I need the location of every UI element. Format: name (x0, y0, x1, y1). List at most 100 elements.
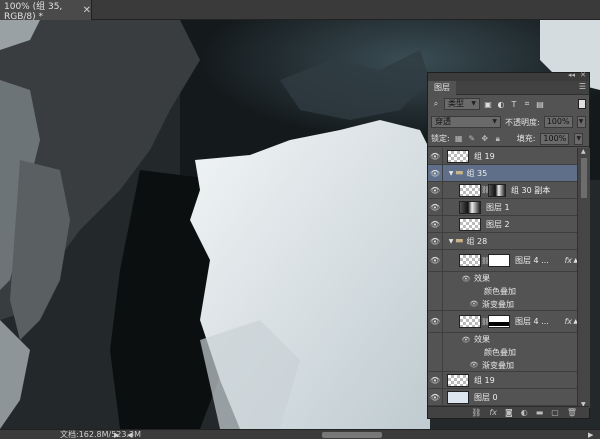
layer-row[interactable]: 👁︎ 图层 2 (428, 216, 577, 233)
link-layers-icon[interactable]: ⛓︎ (471, 408, 481, 417)
effect-name: 颜色叠加 (484, 287, 516, 296)
eye-icon[interactable]: 👁︎ (428, 186, 442, 195)
eye-icon[interactable]: 👁︎ (428, 393, 442, 402)
mask-thumbnail (488, 254, 510, 267)
layer-row[interactable]: 👁︎ ⛓︎ 组 30 副本 (428, 182, 577, 199)
effect-row[interactable]: 颜色叠加 (428, 346, 577, 359)
layer-name: 图层 1 (486, 202, 510, 212)
link-icon: ⛓︎ (481, 256, 490, 265)
eye-icon[interactable]: 👁︎ (461, 275, 471, 283)
opacity-input[interactable]: 100% (543, 116, 573, 128)
tab-layers[interactable]: 图层 (428, 81, 456, 95)
panel-title-bar[interactable]: ◂◂ ✕ (428, 71, 589, 81)
layer-name: 组 19 (474, 375, 495, 385)
scroll-right-icon[interactable]: ▶ (588, 430, 593, 439)
type-filter-icon[interactable]: T (509, 99, 519, 109)
fx-icon[interactable]: fx (564, 317, 572, 326)
layer-name: 组 28 (466, 236, 488, 246)
layer-list: 👁︎ 组 19 👁︎ ▼ ▬ 组 35 👁︎ ⛓︎ 组 30 副本 👁︎ 图层 … (428, 148, 578, 408)
layers-panel: ◂◂ ✕ 图层 ☰ ⌕ 类型 ▼ ▣ ◐ T ⌗ ▤ 穿透 ▼ 不透明度: 10… (427, 71, 590, 419)
horizontal-scrollbar-thumb[interactable] (322, 432, 382, 438)
effect-name: 颜色叠加 (484, 348, 516, 357)
scroll-left-icon[interactable]: ◀ (127, 430, 132, 439)
effects-row[interactable]: 👁︎ 效果 (428, 272, 577, 285)
layer-thumbnail (459, 183, 481, 197)
blend-mode-value: 穿透 (435, 117, 451, 126)
layer-row[interactable]: 👁︎ ⛓︎ 图层 4 ... fx ▲ (428, 250, 578, 272)
eye-icon[interactable]: 👁︎ (428, 256, 442, 265)
opacity-slider-toggle[interactable]: ▼ (576, 116, 586, 128)
chevron-down-icon: ▼ (471, 100, 476, 107)
eye-icon[interactable]: 👁︎ (428, 376, 442, 385)
mask-thumbnail (488, 315, 510, 328)
layer-thumbnail (447, 390, 469, 404)
document-tab[interactable]: 100% (组 35, RGB/8) * ✕ (0, 0, 92, 22)
eye-icon[interactable]: 👁︎ (469, 361, 479, 369)
blend-mode-select[interactable]: 穿透 ▼ (431, 116, 501, 128)
fill-input[interactable]: 100% (540, 132, 570, 145)
layer-name: 组 35 (466, 168, 488, 178)
scrollbar-thumb[interactable] (581, 158, 587, 198)
layer-row[interactable]: 👁︎ 图层 1 (428, 199, 577, 216)
layer-row[interactable]: 👁︎ 组 19 (428, 148, 577, 165)
new-layer-icon[interactable]: ▢ (551, 408, 559, 417)
lock-image-icon[interactable]: ✎ (468, 134, 476, 143)
fill-slider-toggle[interactable]: ▼ (574, 132, 584, 145)
eye-icon[interactable]: 👁︎ (428, 237, 442, 246)
layer-row[interactable]: 👁︎ ▼ ▬ 组 28 (428, 233, 577, 250)
document-tab-bar: 100% (组 35, RGB/8) * ✕ (0, 0, 600, 22)
layer-row[interactable]: 👁︎ 组 19 (428, 372, 577, 389)
search-icon: ⌕ (433, 99, 439, 108)
effects-row[interactable]: 👁︎ 效果 (428, 333, 577, 346)
layer-thumbnail (459, 200, 481, 214)
fill-label: 填充: (516, 134, 536, 143)
blend-row: 穿透 ▼ 不透明度: 100% ▼ (428, 113, 589, 131)
layer-filter-row: ⌕ 类型 ▼ ▣ ◐ T ⌗ ▤ (428, 95, 589, 113)
eye-icon[interactable]: 👁︎ (428, 203, 442, 212)
scroll-up-icon[interactable]: ▲ (581, 148, 586, 155)
layer-name: 图层 4 ... (515, 256, 549, 265)
layer-thumbnail (459, 254, 481, 267)
filter-toggle[interactable] (578, 99, 586, 109)
expand-triangle-icon[interactable]: ▼ (447, 238, 455, 245)
expand-triangle-icon[interactable]: ▼ (447, 170, 455, 177)
filter-kind-value: 类型 (448, 99, 464, 108)
effect-row[interactable]: 颜色叠加 (428, 285, 577, 298)
eye-icon[interactable]: 👁︎ (428, 220, 442, 229)
folder-icon: ▬ (455, 236, 464, 246)
layer-name: 图层 2 (486, 219, 510, 229)
eye-icon[interactable]: 👁︎ (461, 336, 471, 344)
pixel-filter-icon[interactable]: ▣ (483, 99, 493, 109)
effect-row[interactable]: 👁︎ 渐变叠加 (428, 298, 577, 311)
shape-filter-icon[interactable]: ⌗ (522, 99, 532, 109)
fx-menu-icon[interactable]: fx (489, 408, 497, 417)
add-mask-icon[interactable]: ◙ (505, 408, 513, 417)
close-icon[interactable]: ✕ (83, 5, 91, 16)
new-adjustment-icon[interactable]: ◐ (521, 408, 528, 417)
layer-row[interactable]: 👁︎ 图层 0 (428, 389, 577, 406)
lock-transparent-icon[interactable]: ▦ (455, 134, 463, 143)
lock-all-icon[interactable]: 🔒︎ (494, 134, 502, 144)
collapse-icon[interactable]: ◂◂ (568, 71, 575, 79)
panel-tab-strip: 图层 ☰ (428, 81, 589, 95)
smart-object-filter-icon[interactable]: ▤ (535, 99, 545, 109)
filter-kind-select[interactable]: 类型 ▼ (444, 98, 480, 110)
trash-icon[interactable]: 🗑︎ (567, 408, 577, 417)
effect-name: 渐变叠加 (482, 299, 514, 309)
eye-icon[interactable]: 👁︎ (428, 317, 442, 326)
new-group-icon[interactable]: ▬ (536, 408, 544, 417)
layer-name: 图层 4 ... (515, 317, 549, 326)
layer-row-selected[interactable]: 👁︎ ▼ ▬ 组 35 (428, 165, 577, 182)
effect-row[interactable]: 👁︎ 渐变叠加 (428, 359, 577, 372)
eye-icon[interactable]: 👁︎ (428, 169, 442, 178)
eye-icon[interactable]: 👁︎ (428, 152, 442, 161)
layer-row[interactable]: 👁︎ ⛓︎ 图层 4 ... fx ▲ (428, 311, 578, 333)
adjustment-filter-icon[interactable]: ◐ (496, 99, 506, 109)
panel-menu-icon[interactable]: ☰ (579, 82, 586, 91)
lock-position-icon[interactable]: ✥ (481, 134, 489, 143)
status-menu-icon[interactable]: ▶ (114, 430, 119, 439)
close-panel-icon[interactable]: ✕ (580, 71, 586, 79)
fx-icon[interactable]: fx (564, 256, 572, 265)
eye-icon[interactable]: 👁︎ (469, 300, 479, 308)
layer-list-scrollbar[interactable]: ▲ ▼ (577, 148, 590, 408)
